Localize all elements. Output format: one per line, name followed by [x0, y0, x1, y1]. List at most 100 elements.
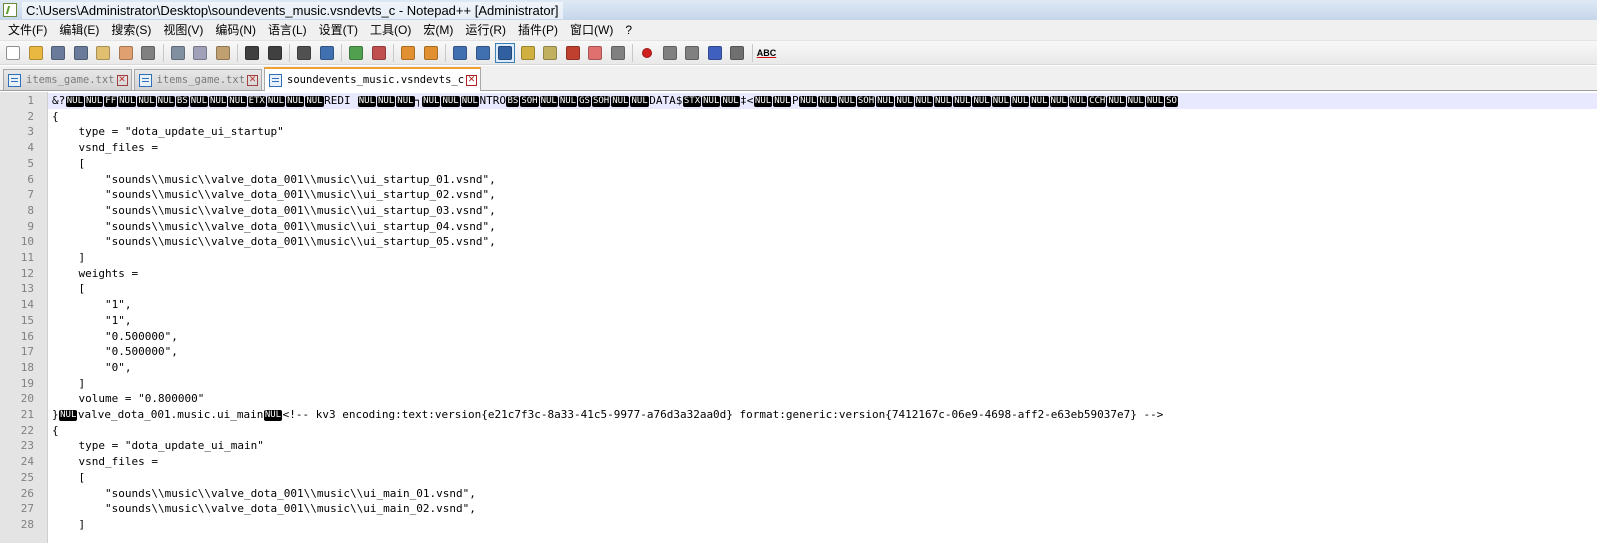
run-macro-multiple-button[interactable]	[705, 43, 725, 63]
menu-window[interactable]: 窗口(W)	[564, 21, 619, 40]
paste-button[interactable]	[213, 43, 233, 63]
editor-line[interactable]: 25 [	[0, 470, 1597, 486]
editor-line[interactable]: 2{	[0, 109, 1597, 125]
editor-line[interactable]: 1 &? NUL NUL FF NUL NUL NUL BS NUL NUL NUL ETX NUL NUL…	[0, 93, 1597, 109]
editor-line[interactable]: 5 [	[0, 156, 1597, 172]
folder-as-workspace-button[interactable]	[585, 43, 605, 63]
find-button[interactable]	[294, 43, 314, 63]
tab-close-icon[interactable]: ✕	[116, 74, 128, 86]
save-button[interactable]	[48, 43, 68, 63]
editor-line[interactable]: 28 ]	[0, 517, 1597, 533]
line-text: "1",	[52, 297, 132, 313]
control-char-badge: NUL	[991, 96, 1010, 107]
stop-macro-button[interactable]	[660, 43, 680, 63]
editor-line[interactable]: 19 ]	[0, 376, 1597, 392]
line-number: 2	[27, 109, 34, 123]
control-char-badge: NUL	[914, 96, 933, 107]
folder-workspace-button[interactable]	[540, 43, 560, 63]
editor-line[interactable]: 3 type = "dota_update_ui_startup"	[0, 124, 1597, 140]
editor-line[interactable]: 24 vsnd_files =	[0, 454, 1597, 470]
line-text: {	[52, 109, 59, 125]
print-button[interactable]	[138, 43, 158, 63]
menu-settings[interactable]: 设置(T)	[313, 21, 364, 40]
close-button[interactable]	[93, 43, 113, 63]
editor-line[interactable]: 15 "1",	[0, 313, 1597, 329]
editor-line[interactable]: 17 "0.500000",	[0, 344, 1597, 360]
menu-encoding[interactable]: 编码(N)	[209, 21, 262, 40]
zoom-in-icon	[349, 45, 363, 60]
play-macro-button[interactable]	[682, 43, 702, 63]
editor-line[interactable]: 10 "sounds\\music\\valve_dota_001\\music…	[0, 234, 1597, 250]
save-all-button[interactable]	[71, 43, 91, 63]
redo-button[interactable]	[265, 43, 285, 63]
menu-file[interactable]: 文件(F)	[2, 21, 53, 40]
close-all-button[interactable]	[116, 43, 136, 63]
editor-line[interactable]: 27 "sounds\\music\\valve_dota_001\\music…	[0, 501, 1597, 517]
editor-line[interactable]: 12 weights =	[0, 266, 1597, 282]
editor-line[interactable]: 11 ]	[0, 250, 1597, 266]
editor-line[interactable]: 8 "sounds\\music\\valve_dota_001\\music\…	[0, 203, 1597, 219]
editor-line[interactable]: 26 "sounds\\music\\valve_dota_001\\music…	[0, 486, 1597, 502]
tab-items-game-2[interactable]: items_game.txt ✕	[133, 69, 263, 90]
editor-line[interactable]: 7 "sounds\\music\\valve_dota_001\\music\…	[0, 187, 1597, 203]
editor-line[interactable]: 13 [	[0, 281, 1597, 297]
menu-view[interactable]: 视图(V)	[157, 21, 209, 40]
menu-search[interactable]: 搜索(S)	[105, 21, 157, 40]
line-text: "sounds\\music\\valve_dota_001\\music\\u…	[52, 219, 496, 235]
doc-map-button[interactable]	[518, 43, 538, 63]
editor-line[interactable]: 4 vsnd_files =	[0, 140, 1597, 156]
editor-text-area[interactable]: 1 &? NUL NUL FF NUL NUL NUL BS NUL NUL NUL ETX NUL NUL…	[0, 92, 1597, 543]
menu-language[interactable]: 语言(L)	[262, 21, 313, 40]
line-text: "sounds\\music\\valve_dota_001\\music\\u…	[52, 486, 476, 502]
sync-horizontal-button[interactable]	[421, 43, 441, 63]
editor-line[interactable]: 20 volume = "0.800000"	[0, 391, 1597, 407]
word-wrap-button[interactable]	[450, 43, 470, 63]
tab-items-game-1[interactable]: items_game.txt ✕	[3, 69, 132, 90]
text-segment: NTRO	[479, 94, 506, 107]
editor-line[interactable]: 22 {	[0, 423, 1597, 439]
monitoring-button[interactable]	[608, 43, 628, 63]
editor-line[interactable]: 16 "0.500000",	[0, 329, 1597, 345]
spell-check-button[interactable]: ABC	[757, 43, 777, 63]
menu-tools[interactable]: 工具(O)	[364, 21, 417, 40]
replace-button[interactable]	[317, 43, 337, 63]
cut-button[interactable]	[168, 43, 188, 63]
line-number: 13	[20, 282, 34, 296]
tab-soundevents-music[interactable]: soundevents_music.vsndevts_c ✕	[264, 67, 482, 91]
file-saved-icon	[8, 73, 21, 87]
menu-help[interactable]: ?	[619, 21, 638, 40]
zoom-in-button[interactable]	[346, 43, 366, 63]
save-macro-button[interactable]	[727, 43, 747, 63]
text-segment: DATA$	[649, 94, 683, 107]
editor-line[interactable]: 6 "sounds\\music\\valve_dota_001\\music\…	[0, 172, 1597, 188]
tab-close-icon[interactable]: ✕	[466, 74, 478, 86]
sync-vertical-button[interactable]	[398, 43, 418, 63]
menu-macro[interactable]: 宏(M)	[417, 21, 459, 40]
line-number: 15	[20, 313, 34, 327]
editor-line[interactable]: 23 type = "dota_update_ui_main"	[0, 438, 1597, 454]
function-list-button[interactable]	[563, 43, 583, 63]
editor-line[interactable]: 18 "0",	[0, 360, 1597, 376]
zoom-out-button[interactable]	[369, 43, 389, 63]
open-file-button[interactable]	[26, 43, 46, 63]
tab-close-icon[interactable]: ✕	[247, 74, 259, 86]
editor-line[interactable]: 9 "sounds\\music\\valve_dota_001\\music\…	[0, 219, 1597, 235]
editor-line[interactable]: 21} NUL valve_dota_001.music.ui_main NUL <!-…	[0, 407, 1597, 423]
line-text: "0",	[52, 360, 132, 376]
record-macro-button[interactable]	[637, 43, 657, 63]
text-segment: [	[52, 282, 86, 296]
menu-plugins[interactable]: 插件(P)	[512, 21, 564, 40]
save-macro-icon	[730, 45, 744, 60]
undo-button[interactable]	[242, 43, 262, 63]
menu-run[interactable]: 运行(R)	[459, 21, 512, 40]
copy-button[interactable]	[190, 43, 210, 63]
show-all-chars-button[interactable]	[473, 43, 493, 63]
title-bar[interactable]: C:\Users\Administrator\Desktop\soundeven…	[0, 0, 1597, 20]
text-segment: type = "dota_update_ui_startup"	[52, 125, 284, 139]
text-segment: "1",	[52, 298, 132, 312]
new-file-button[interactable]	[3, 43, 23, 63]
indent-guide-button[interactable]	[495, 42, 515, 63]
editor-line[interactable]: 14 "1",	[0, 297, 1597, 313]
menu-edit[interactable]: 编辑(E)	[53, 21, 105, 40]
control-char-badge: NUL	[422, 96, 441, 107]
